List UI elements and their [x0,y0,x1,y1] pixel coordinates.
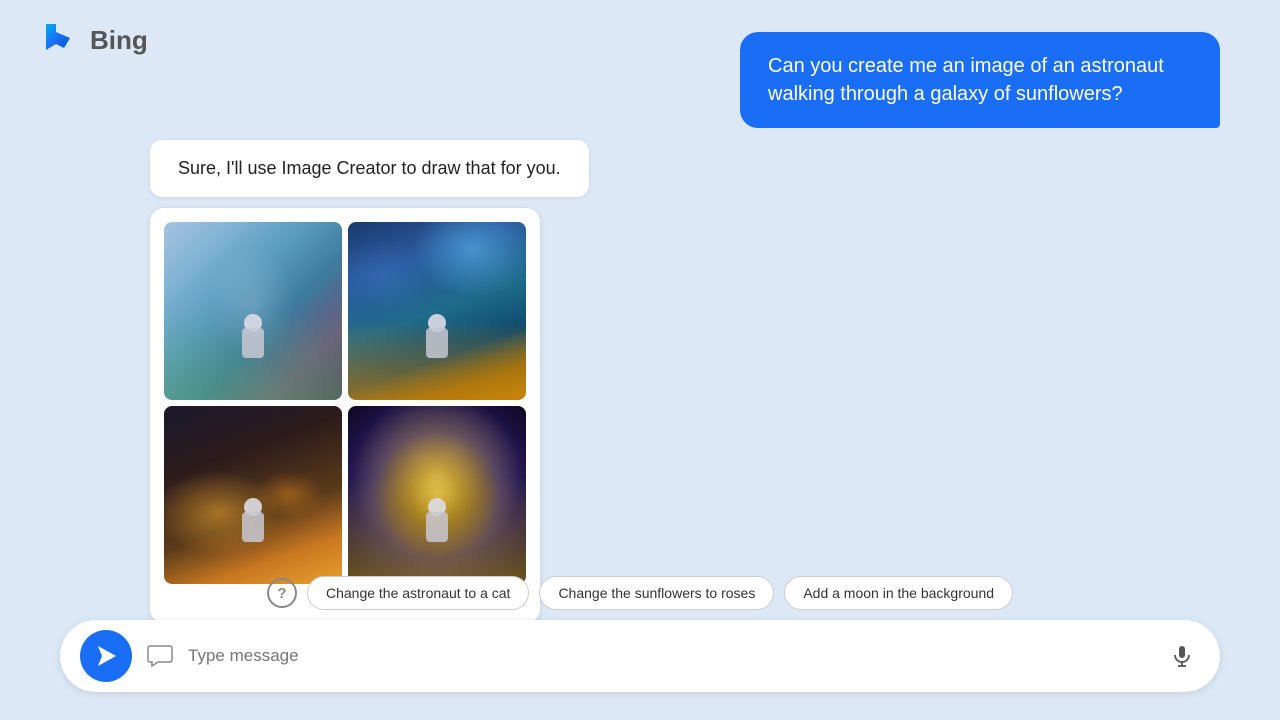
image-grid [164,222,526,584]
user-message-text: Can you create me an image of an astrona… [768,55,1164,105]
send-button[interactable] [80,630,132,682]
input-bar [60,620,1220,692]
bot-reply-bubble: Sure, I'll use Image Creator to draw tha… [150,140,589,197]
astronaut-figure-3 [239,498,267,554]
mic-button[interactable] [1164,638,1200,674]
astronaut-figure-4 [423,498,451,554]
chat-icon [146,642,174,670]
suggestions-area: ? Change the astronaut to a cat Change t… [0,576,1280,610]
astronaut-figure-2 [423,314,451,370]
bing-logo: Bing [36,18,148,62]
help-icon[interactable]: ? [267,578,297,608]
user-message-bubble: Can you create me an image of an astrona… [740,32,1220,128]
message-input[interactable] [188,646,1150,666]
suggestion-chip-1[interactable]: Change the astronaut to a cat [307,576,529,610]
app-name: Bing [90,25,148,56]
suggestion-chip-2[interactable]: Change the sunflowers to roses [539,576,774,610]
astronaut-figure-1 [239,314,267,370]
bot-reply-text: Sure, I'll use Image Creator to draw tha… [178,158,561,178]
generated-image-3[interactable] [164,406,342,584]
image-grid-container: Made with Image Creator [150,208,540,623]
bing-icon [36,18,80,62]
send-icon [92,642,120,670]
mic-icon [1170,644,1194,668]
generated-image-1[interactable] [164,222,342,400]
suggestion-chip-3[interactable]: Add a moon in the background [784,576,1013,610]
generated-image-2[interactable] [348,222,526,400]
generated-image-4[interactable] [348,406,526,584]
